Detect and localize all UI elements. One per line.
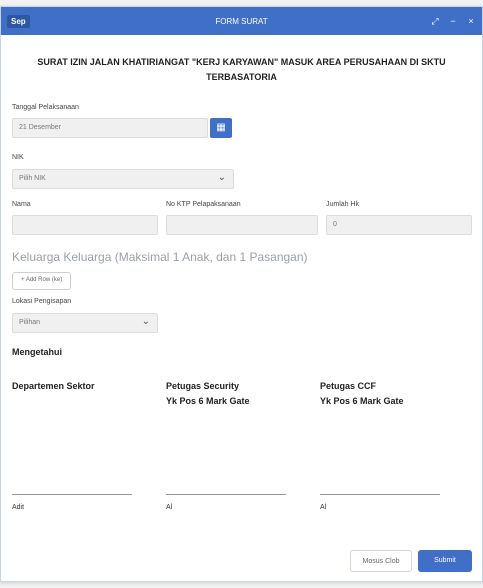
- sig-line-3: [320, 494, 440, 495]
- tanggal-label: Tanggal Pelaksanaan: [12, 104, 79, 111]
- secondary-button[interactable]: Mosus Clob: [350, 550, 412, 572]
- sig-line-2: [166, 494, 286, 495]
- sig-name-1: Adit: [12, 504, 25, 511]
- keluarga-title: Keluarga Keluarga (Maksimal 1 Anak, dan …: [12, 250, 308, 264]
- sig-col-3-title: Petugas CCF: [320, 381, 377, 391]
- minimize-icon[interactable]: −: [448, 16, 458, 27]
- sig-col-2-title: Petugas Security: [166, 381, 240, 391]
- tanggal-input[interactable]: 21 Desember: [12, 118, 208, 138]
- window-controls: ⤢ − ×: [430, 16, 476, 27]
- form-heading: SURAT IZIN JALAN KHATIRIANGAT "KERJ KARY…: [37, 57, 446, 82]
- nama-label: Nama: [12, 201, 31, 208]
- nama-input[interactable]: [12, 215, 158, 235]
- sig-name-3: Al: [320, 504, 327, 511]
- jumlah-input[interactable]: 0: [326, 215, 472, 235]
- add-row-button[interactable]: + Add Row (ke): [12, 272, 72, 290]
- jumlah-label: Jumlah Hk: [326, 201, 360, 208]
- sig-col-2-subtitle: Yk Pos 6 Mark Gate: [166, 396, 250, 406]
- mengetahui-title: Mengetahui: [12, 347, 63, 357]
- submit-button[interactable]: Submit: [418, 550, 472, 572]
- sig-col-3-subtitle: Yk Pos 6 Mark Gate: [320, 396, 404, 406]
- close-icon[interactable]: ×: [466, 16, 476, 27]
- calendar-icon[interactable]: ▦: [210, 118, 232, 138]
- status-label: Lokasi Pengisapan: [12, 298, 72, 305]
- maximize-icon[interactable]: ⤢: [430, 16, 440, 27]
- form-window: Sep FORM SURAT ⤢ − × SURAT IZIN JALAN KH…: [0, 6, 483, 582]
- sig-line-1: [12, 494, 132, 495]
- sig-col-1-title: Departemen Sektor: [12, 381, 95, 391]
- title-bar: Sep FORM SURAT ⤢ − ×: [1, 7, 482, 35]
- no-ktp-input[interactable]: [166, 215, 318, 235]
- sig-name-2: Al: [166, 504, 173, 511]
- no-ktp-label: No KTP Pelapaksanaan: [166, 201, 241, 208]
- nik-select[interactable]: Pilih NIK: [12, 169, 234, 189]
- window-title: FORM SURAT: [215, 16, 268, 26]
- app-logo: Sep: [7, 14, 30, 28]
- nik-label: NIK: [12, 154, 24, 161]
- status-select[interactable]: Pilihan: [12, 313, 158, 333]
